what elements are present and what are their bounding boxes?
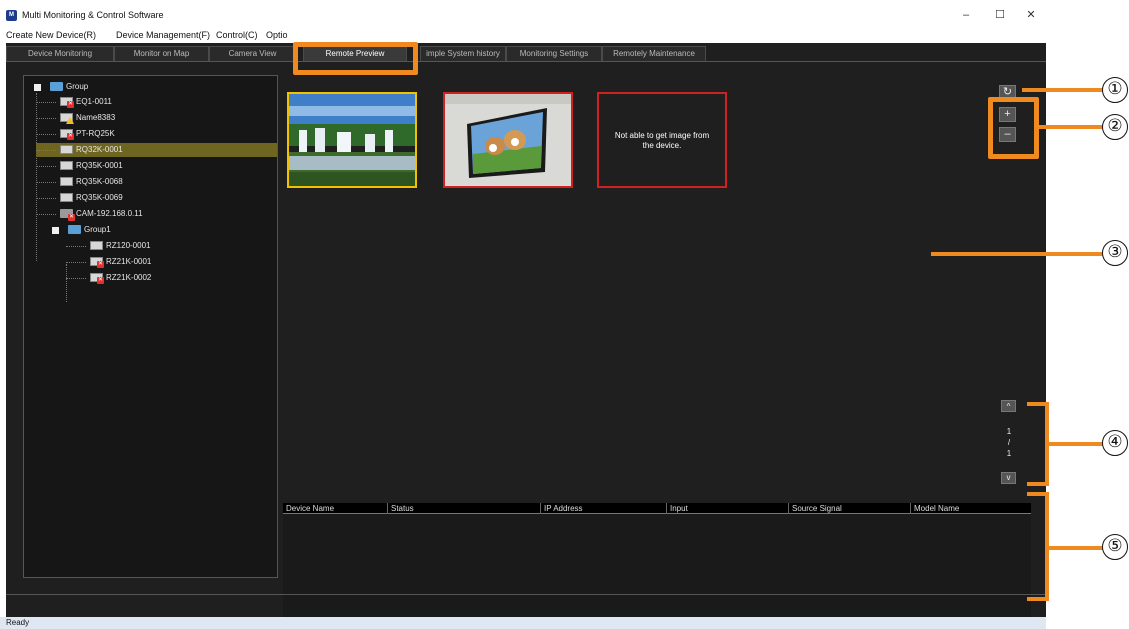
folder-icon — [68, 225, 81, 235]
projector-icon — [90, 241, 103, 251]
tab-camera-view[interactable]: Camera View — [209, 46, 296, 61]
page-up-button[interactable]: ^ — [1001, 400, 1016, 412]
maximize-button[interactable]: ☐ — [985, 6, 1015, 24]
projector-icon: ✕ — [90, 257, 104, 269]
page-indicator: 1 / 1 — [1001, 426, 1017, 459]
title-bar: M Multi Monitoring & Control Software – … — [0, 0, 1046, 28]
projector-icon: ✕ — [90, 273, 104, 285]
zoom-buttons-highlight — [988, 97, 1039, 159]
menu-device-management[interactable]: Device Management(F) — [116, 30, 210, 40]
warning-icon — [66, 117, 74, 125]
waterfall-preview[interactable] — [287, 92, 417, 188]
menu-bar: Create New Device(R) Device Management(F… — [0, 28, 1046, 43]
error-icon: ✕ — [68, 214, 75, 222]
tree-item-device-selected[interactable]: RQ32K-0001 — [36, 143, 277, 157]
projector-icon — [60, 145, 73, 155]
camera-icon: ✕ — [60, 209, 75, 222]
tab-monitoring-settings[interactable]: Monitoring Settings — [506, 46, 602, 61]
error-preview[interactable]: Not able to get image from the device. — [597, 92, 727, 188]
close-button[interactable]: ✕ — [1016, 6, 1046, 24]
projector-icon: ✕ — [60, 97, 74, 109]
projector-icon — [60, 193, 73, 203]
callout-number-5: ⑤ — [1102, 534, 1128, 560]
error-icon: ✕ — [67, 101, 74, 109]
collapse-icon[interactable] — [34, 84, 41, 91]
projector-icon: ✕ — [60, 129, 74, 141]
tab-simple-system-history[interactable]: imple System history — [420, 46, 506, 61]
callout-2-line — [1039, 125, 1104, 129]
column-ip-address[interactable]: IP Address — [540, 503, 666, 514]
chevron-down-icon: v — [1006, 473, 1011, 482]
status-text: Ready — [6, 618, 30, 627]
app-icon: M — [6, 10, 17, 21]
callout-1-line — [1022, 88, 1104, 92]
total-pages: 1 — [1006, 449, 1012, 458]
projector-icon — [60, 113, 74, 125]
preview-error-message: Not able to get image from the device. — [614, 131, 710, 150]
tab-device-monitoring[interactable]: Device Monitoring — [6, 46, 114, 61]
main-area: Device Monitoring Monitor on Map Camera … — [6, 43, 1046, 618]
column-model-name[interactable]: Model Name — [910, 503, 1031, 514]
error-icon: ✕ — [97, 277, 104, 285]
callout-4-bracket-top — [1027, 402, 1049, 406]
column-device-name[interactable]: Device Name — [283, 503, 387, 514]
projector-icon — [60, 161, 73, 171]
error-icon: ✕ — [67, 133, 74, 141]
tree-connector — [66, 264, 67, 302]
device-table[interactable]: Device Name Status IP Address Input Sour… — [283, 503, 1031, 618]
page-separator: / — [1007, 438, 1011, 447]
column-source-signal[interactable]: Source Signal — [788, 503, 910, 514]
projector-icon — [60, 177, 73, 187]
callout-5-bracket-top — [1027, 492, 1049, 496]
page-down-button[interactable]: v — [1001, 472, 1016, 484]
folder-icon — [50, 82, 63, 92]
status-bar: Ready — [0, 617, 1046, 629]
device-tree[interactable]: Group ✕ EQ1-0011 Name8383 ✕ PT-RQ25K RQ32K… — [23, 75, 278, 578]
callout-5-line — [1045, 546, 1104, 550]
tab-bar: Device Monitoring Monitor on Map Camera … — [6, 43, 1046, 61]
callout-5-bracket-bottom — [1027, 597, 1049, 601]
dogs-on-display-image — [445, 94, 571, 186]
waterfall-image — [289, 94, 415, 186]
tab-remotely-maintenance[interactable]: Remotely Maintenance — [602, 46, 706, 61]
current-page: 1 — [1006, 427, 1012, 436]
remote-preview-tab-highlight — [293, 42, 418, 75]
minimize-button[interactable]: – — [951, 6, 981, 24]
callout-number-4: ④ — [1102, 430, 1128, 456]
column-input[interactable]: Input — [666, 503, 788, 514]
tab-monitor-on-map[interactable]: Monitor on Map — [114, 46, 209, 61]
menu-options[interactable]: Optio — [266, 30, 288, 40]
window-title: Multi Monitoring & Control Software — [22, 10, 164, 20]
collapse-icon[interactable] — [52, 227, 59, 234]
table-header: Device Name Status IP Address Input Sour… — [283, 503, 1031, 514]
callout-4-line — [1045, 442, 1104, 446]
bottom-divider — [6, 594, 1046, 595]
callout-number-3: ③ — [1102, 240, 1128, 266]
callout-3-line — [931, 252, 1104, 256]
error-icon: ✕ — [97, 261, 104, 269]
dogs-preview[interactable] — [443, 92, 573, 188]
callout-number-1: ① — [1102, 77, 1128, 103]
menu-control[interactable]: Control(C) — [216, 30, 258, 40]
callout-4-bracket-bottom — [1027, 482, 1049, 486]
menu-create-new-device[interactable]: Create New Device(R) — [6, 30, 96, 40]
tab-divider — [6, 61, 1046, 62]
callout-number-2: ② — [1102, 114, 1128, 140]
chevron-up-icon: ^ — [1006, 402, 1011, 411]
column-status[interactable]: Status — [387, 503, 540, 514]
